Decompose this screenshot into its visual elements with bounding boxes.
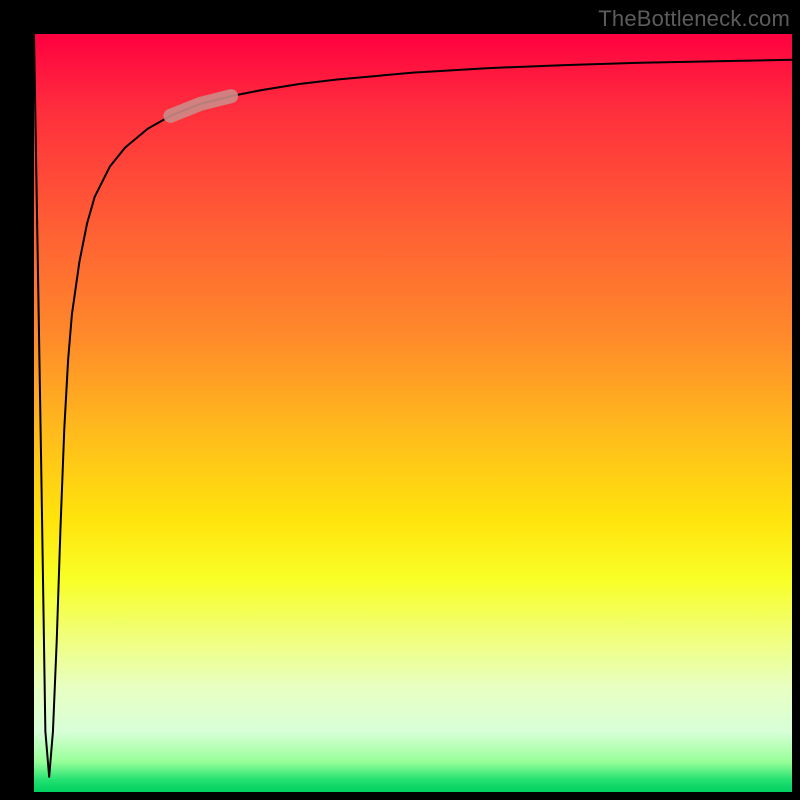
highlight-segment	[170, 96, 231, 116]
chart-stage: TheBottleneck.com	[0, 0, 800, 800]
bottleneck-curve	[34, 34, 792, 777]
curve-layer	[34, 34, 792, 792]
watermark-text: TheBottleneck.com	[598, 6, 790, 32]
